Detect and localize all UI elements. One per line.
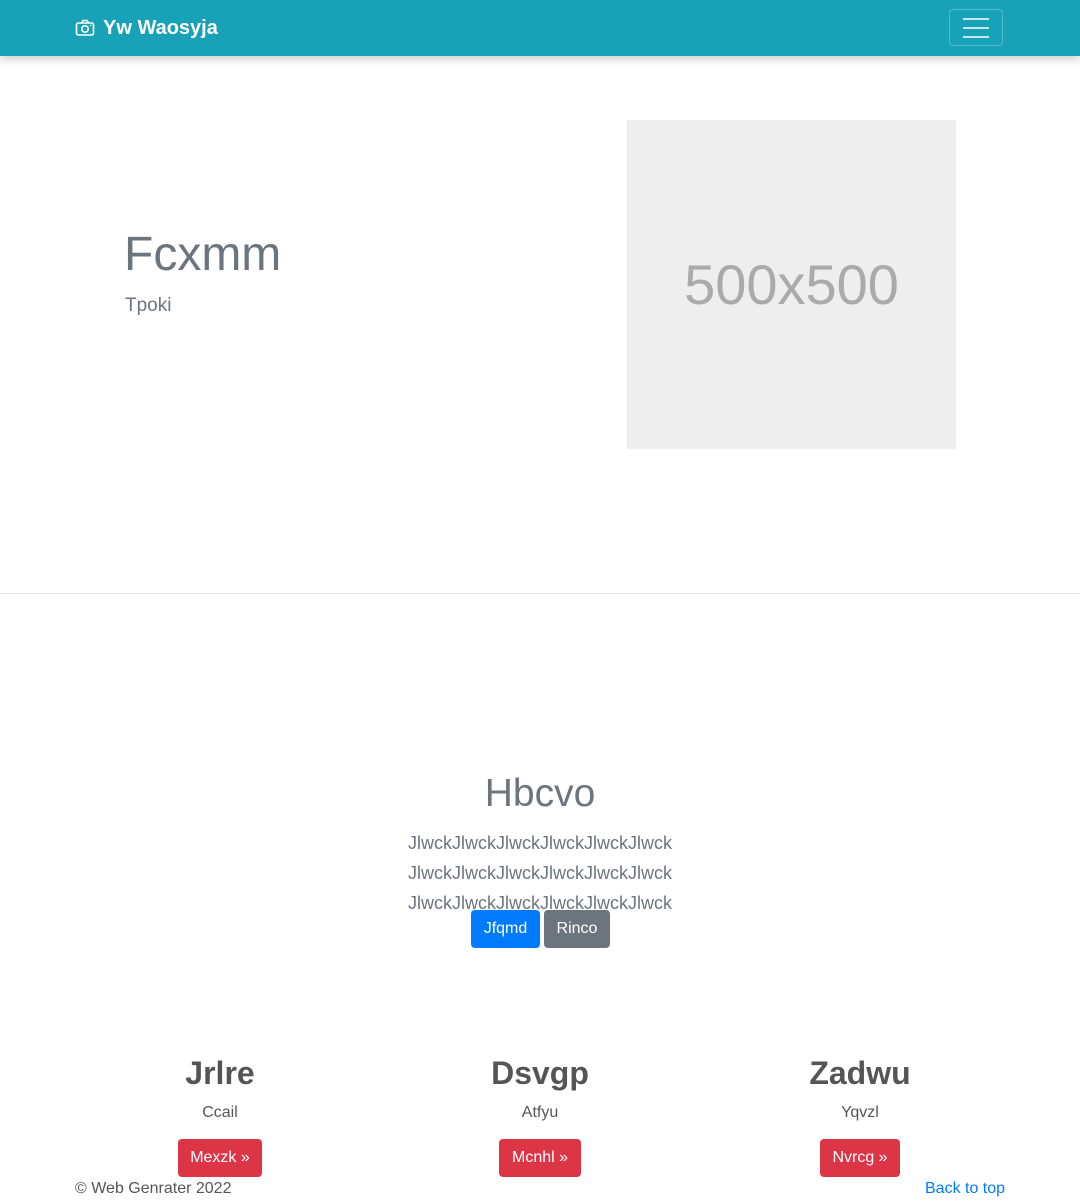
- column-heading: Dsvgp: [491, 1055, 589, 1091]
- footer-copyright: © Web Genrater 2022: [75, 1180, 232, 1197]
- section-divider: [0, 593, 1080, 594]
- column-1-button[interactable]: Mexzk »: [178, 1139, 262, 1177]
- section-title: Hbcvo: [484, 772, 596, 815]
- column-3-button[interactable]: Nvrcg »: [820, 1139, 900, 1177]
- primary-button[interactable]: Jfqmd: [471, 910, 540, 948]
- hamburger-icon-bar-1: [963, 17, 989, 20]
- column-text: Ccail: [202, 1104, 238, 1121]
- navbar-toggle-button[interactable]: [949, 9, 1003, 46]
- column-text: Atfyu: [521, 1104, 559, 1121]
- navbar: Yw Waosyja: [0, 0, 1080, 56]
- column-2-button[interactable]: Mcnhl »: [499, 1139, 581, 1177]
- section-text: JlwckJlwckJlwckJlwckJlwckJlwck JlwckJlwc…: [408, 833, 672, 913]
- hero-subtitle: Tpoki: [125, 295, 172, 316]
- feature-column-1: Jrlre Ccail: [70, 1052, 370, 1122]
- column-heading: Jrlre: [185, 1055, 255, 1091]
- hamburger-icon-bar-3: [963, 35, 989, 38]
- hero-image-label: 500x500: [684, 253, 899, 316]
- hero-title: Fcxmm: [124, 228, 282, 281]
- column-text: Yqvzl: [841, 1104, 879, 1121]
- feature-column-2: Dsvgp Atfyu: [390, 1052, 690, 1122]
- column-heading: Zadwu: [809, 1055, 911, 1091]
- secondary-button[interactable]: Rinco: [544, 910, 610, 948]
- brand-link[interactable]: Yw Waosyja: [75, 16, 218, 40]
- hero-image-placeholder: 500x500: [627, 120, 956, 449]
- feature-column-3: Zadwu Yqvzl: [710, 1052, 1010, 1122]
- back-to-top-link[interactable]: Back to top: [925, 1180, 1005, 1198]
- brand-name: Yw Waosyja: [103, 16, 218, 39]
- hamburger-icon-bar-2: [963, 26, 989, 29]
- camera-icon: [75, 19, 95, 36]
